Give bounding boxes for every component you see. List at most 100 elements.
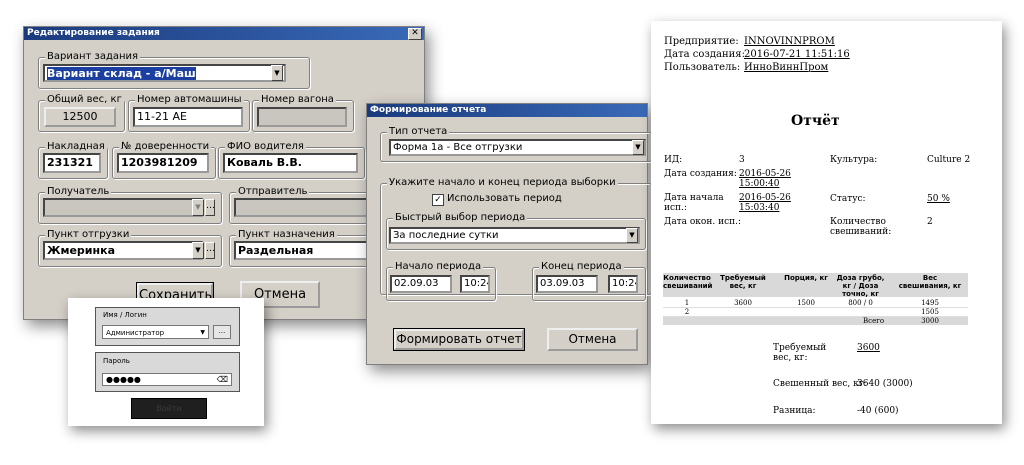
table-row: 2 1505 (663, 308, 968, 317)
user-group: Имя / Логин Администратор ▼ ... (95, 307, 240, 346)
table-header-cell: Порция, кг (784, 274, 828, 282)
end-time-input[interactable]: 10:24 (608, 275, 638, 293)
task-window-titlebar: Редактирование задания (24, 27, 424, 40)
count-value: 2 (927, 217, 933, 227)
car-label: Номер автомашины (135, 94, 244, 106)
user-ellipsis-button[interactable]: ... (213, 325, 231, 339)
difference-label: Разница: (773, 406, 816, 416)
report-form-window: Формирование отчета Тип отчета Форма 1а … (366, 103, 652, 365)
weight-label: Общий вес, кг (45, 94, 124, 106)
form-report-button[interactable]: Формировать отчет (393, 328, 525, 351)
table-header-cell: точно, кг (842, 290, 879, 298)
report-title: Отчёт (791, 113, 840, 129)
table-cell: 800 / 0 (848, 299, 873, 307)
weighing-table: Количество свешиваний Требуемый вес, кг … (663, 273, 968, 325)
receiver-label: Получатель (45, 186, 112, 198)
table-header-cell: Количество (663, 274, 711, 282)
start-period-label: Начало периода (393, 261, 484, 273)
end-period-label: Конец периода (539, 261, 624, 273)
required-weight-value: 3600 (857, 343, 880, 353)
chevron-down-icon[interactable]: ▼ (632, 140, 644, 155)
required-weight-label-2: вес, кг: (773, 353, 808, 363)
wagon-label: Номер вагона (259, 94, 336, 106)
weighed-value: 3640 (3000) (857, 379, 913, 389)
doc-user-label: Пользователь: (664, 62, 741, 73)
receiver-select[interactable] (43, 198, 203, 217)
total-label: Всего (863, 317, 885, 325)
variant-value: Вариант склад - а/Маш (47, 67, 196, 80)
chevron-down-icon[interactable]: ▼ (626, 228, 638, 243)
chevron-down-icon: ▼ (200, 329, 205, 336)
car-number-input[interactable]: 11-21 AE (133, 107, 243, 127)
clear-icon[interactable]: ⌫ (217, 374, 228, 386)
table-cell: 2 (684, 308, 690, 316)
chevron-down-icon[interactable]: ▼ (192, 242, 204, 259)
report-window-titlebar: Формирование отчета (367, 104, 647, 117)
proxy-number-input[interactable]: 1203981209 (117, 153, 209, 173)
table-row: 1 3600 1500 800 / 0 1495 (663, 299, 968, 308)
destination-select[interactable]: Раздельная (234, 241, 369, 260)
destination-label: Пункт назначения (236, 229, 337, 241)
table-header-cell: вес, кг (729, 282, 757, 290)
use-period-checkbox[interactable]: ✓ (432, 194, 444, 206)
report-window-title: Формирование отчета (370, 105, 487, 115)
culture-value: Culture 2 (927, 155, 971, 165)
status-label: Статус: (830, 194, 866, 204)
driver-input[interactable]: Коваль В.В. (223, 153, 358, 173)
table-cell: 1 (684, 299, 690, 307)
proxy-label: № доверенности (119, 141, 212, 153)
password-input[interactable]: ●●●●● ⌫ (102, 373, 232, 386)
total-value: 3000 (921, 317, 939, 325)
receiver-ellipsis-button[interactable]: … (205, 199, 215, 216)
task-edit-window: Редактирование задания ✕ Вариант задания… (23, 26, 425, 320)
table-header-cell: свешивания, кг (898, 282, 962, 290)
sender-label: Отправитель (236, 186, 310, 198)
start-date-input[interactable]: 02.09.03 (390, 275, 452, 293)
invoice-label: Накладная (45, 141, 107, 153)
ship-point-label: Пункт отгрузки (45, 229, 132, 241)
report-type-select[interactable]: Форма 1а - Все отгрузки (389, 139, 646, 156)
table-header-cell: свешиваний (663, 282, 713, 290)
start-time-input[interactable]: 10:24 (460, 275, 490, 293)
login-button[interactable]: Войти (131, 398, 207, 419)
count-label-2: свешиваний: (830, 227, 892, 237)
table-header-cell: кг / Доза (842, 282, 879, 290)
status-value: 50 % (927, 194, 950, 204)
variant-select[interactable]: Вариант склад - а/Маш (43, 64, 286, 82)
user-label: Имя / Логин (103, 311, 147, 319)
sender-select[interactable] (234, 198, 369, 217)
report-type-label: Тип отчета (387, 126, 450, 138)
report-cancel-button[interactable]: Отмена (547, 328, 638, 351)
use-period-label: Использовать период (447, 193, 562, 204)
ship-point-ellipsis-button[interactable]: … (205, 242, 215, 259)
table-header-cell: Требуемый (720, 274, 766, 282)
table-header-cell: Доза грубо, (836, 274, 885, 282)
id-value: 3 (739, 155, 745, 165)
ship-point-select[interactable]: Жмеринка (43, 241, 203, 260)
end-date-input[interactable]: 03.09.03 (536, 275, 598, 293)
user-select[interactable]: Администратор ▼ (102, 325, 209, 339)
close-icon[interactable]: ✕ (408, 28, 422, 40)
weight-value: 12500 (44, 107, 116, 127)
date-start-label-2: исп.: (664, 203, 687, 213)
date-end-label: Дата окон. исп.: (664, 217, 742, 227)
password-label: Пароль (103, 357, 130, 365)
chevron-down-icon[interactable]: ▼ (271, 65, 283, 81)
login-button-label: Войти (156, 404, 182, 413)
password-group: Пароль ●●●●● ⌫ (95, 352, 240, 392)
wagon-number-input[interactable] (257, 107, 347, 127)
date-created-time: 15:00:40 (739, 179, 780, 189)
period-label: Укажите начало и конец периода выборки (387, 177, 618, 189)
weighed-label: Свешенный вес, кг: (773, 379, 867, 389)
quick-period-label: Быстрый выбор периода (393, 212, 528, 224)
quick-period-select[interactable]: За последние сутки (389, 227, 640, 244)
table-header-cell: Вес (922, 274, 938, 282)
password-value: ●●●●● (106, 375, 141, 384)
chevron-down-icon[interactable]: ▼ (192, 199, 204, 216)
table-total-row: Всего 3000 (663, 317, 968, 325)
invoice-input[interactable]: 231321 (43, 153, 101, 173)
table-cell: 1500 (797, 299, 815, 307)
enterprise-label: Предприятие: (664, 36, 739, 47)
created-value: 2016-07-21 11:51:16 (744, 49, 850, 60)
login-panel: Имя / Логин Администратор ▼ ... Пароль ●… (68, 298, 264, 426)
